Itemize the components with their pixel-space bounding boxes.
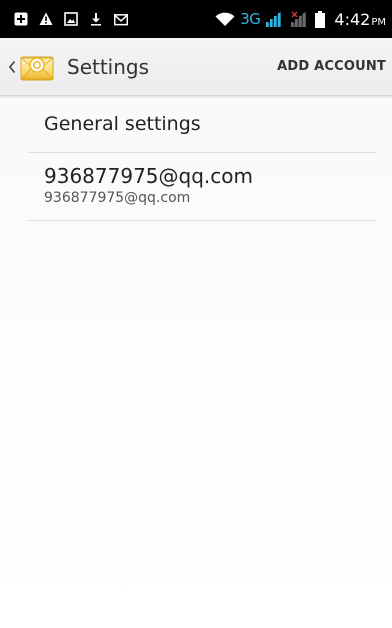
account-email: 936877975@qq.com <box>44 190 191 206</box>
status-bar: 3G 4:42PM <box>0 0 392 38</box>
add-account-button[interactable]: ADD ACCOUNT <box>277 38 386 96</box>
status-clock: 4:42PM <box>334 10 386 29</box>
general-settings-item[interactable]: General settings <box>28 96 376 153</box>
chevron-left-icon <box>8 59 16 75</box>
email-app-icon <box>20 50 54 84</box>
signal-icon <box>265 11 282 27</box>
clock-ampm: PM <box>371 16 386 28</box>
clock-time: 4:42 <box>334 9 371 29</box>
action-bar: Settings ADD ACCOUNT <box>0 38 392 96</box>
warning-icon <box>39 12 53 26</box>
image-icon <box>64 12 78 26</box>
general-settings-label: General settings <box>44 113 201 135</box>
signal-noservice-icon <box>290 11 307 27</box>
network-type-label: 3G <box>240 10 261 28</box>
system-icons: 3G 4:42PM <box>215 0 386 38</box>
notification-icons <box>14 0 128 38</box>
up-navigation-button[interactable] <box>0 38 58 96</box>
account-item[interactable]: 936877975@qq.com 936877975@qq.com <box>28 153 376 221</box>
settings-list: General settings 936877975@qq.com 936877… <box>28 96 376 221</box>
wifi-icon <box>215 12 235 27</box>
download-icon <box>89 12 103 26</box>
plus-badge-icon <box>14 12 28 26</box>
battery-icon <box>315 10 326 28</box>
gmail-icon <box>114 12 128 26</box>
page-title: Settings <box>67 55 150 79</box>
account-name: 936877975@qq.com <box>44 164 253 188</box>
